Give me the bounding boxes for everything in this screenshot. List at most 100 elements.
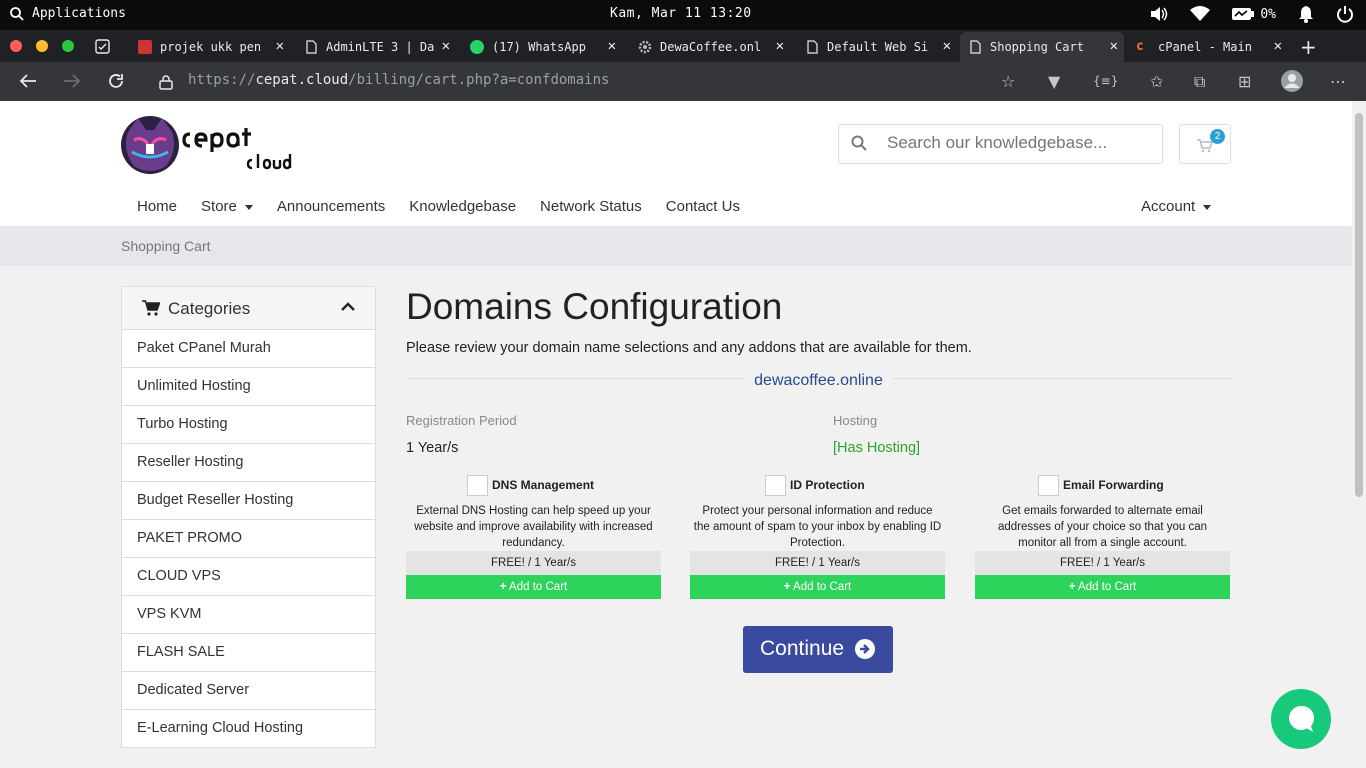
address-bar[interactable]: https://cepat.cloud/billing/cart.php?a=c… xyxy=(188,72,609,88)
plus-icon: + xyxy=(783,581,791,593)
add-to-cart-button[interactable]: + Add to Cart xyxy=(975,575,1230,599)
cart-button[interactable]: 2 xyxy=(1179,124,1231,164)
addon-checkbox[interactable] xyxy=(1038,475,1059,496)
browser-tab-2[interactable]: (17) WhatsApp ✕ xyxy=(462,32,622,62)
nav-knowledgebase[interactable]: Knowledgebase xyxy=(409,198,516,215)
battery-indicator[interactable]: 0% xyxy=(1232,7,1276,22)
forward-icon[interactable] xyxy=(63,73,81,89)
site-header: 2 Home Store Announcements Knowledgebase… xyxy=(0,101,1352,226)
addon-description: Protect your personal information and re… xyxy=(693,505,942,549)
category-item[interactable]: Budget Reseller Hosting xyxy=(121,482,376,520)
whatsapp-icon xyxy=(470,40,484,54)
breadcrumb: Shopping Cart xyxy=(0,226,1352,266)
cpanel-icon: c xyxy=(1136,39,1144,54)
add-to-cart-label: Add to Cart xyxy=(793,581,852,593)
close-icon[interactable]: ✕ xyxy=(1274,38,1282,54)
close-icon[interactable]: ✕ xyxy=(442,38,450,54)
browser-tab-0[interactable]: projek ukk pen ✕ xyxy=(130,32,290,62)
live-chat-button[interactable] xyxy=(1271,689,1331,749)
page-scrollbar[interactable] xyxy=(1352,101,1366,768)
addon-header[interactable]: ID Protection xyxy=(690,475,945,497)
nav-network-status[interactable]: Network Status xyxy=(540,198,642,215)
close-icon[interactable]: ✕ xyxy=(776,38,784,54)
more-menu-icon[interactable]: ⋯ xyxy=(1330,72,1346,91)
continue-button[interactable]: Continue xyxy=(743,626,893,673)
tab-label: Shopping Cart xyxy=(990,40,1084,54)
category-item[interactable]: E-Learning Cloud Hosting xyxy=(121,710,376,748)
browser-tab-4[interactable]: Default Web Si ✕ xyxy=(797,32,957,62)
app-icon xyxy=(138,40,152,54)
categories-header[interactable]: Categories xyxy=(121,286,376,330)
page-title: Domains Configuration xyxy=(406,286,783,327)
volume-icon[interactable] xyxy=(1150,6,1168,22)
window-close-control[interactable] xyxy=(10,40,22,52)
wifi-icon[interactable] xyxy=(1190,6,1211,22)
scrollbar-thumb[interactable] xyxy=(1355,113,1363,497)
nav-account-label: Account xyxy=(1141,198,1196,215)
breadcrumb-current: Shopping Cart xyxy=(121,238,211,254)
nav-contact-us[interactable]: Contact Us xyxy=(666,198,740,215)
close-icon[interactable]: ✕ xyxy=(608,38,616,54)
web-page: 2 Home Store Announcements Knowledgebase… xyxy=(0,101,1352,768)
cepat-cloud-logo[interactable] xyxy=(120,114,300,176)
add-to-cart-button[interactable]: + Add to Cart xyxy=(690,575,945,599)
hosting-label: Hosting xyxy=(833,413,878,428)
nav-home[interactable]: Home xyxy=(137,198,177,215)
reload-icon[interactable] xyxy=(107,72,125,90)
search-input[interactable] xyxy=(887,133,1147,153)
tab-actions-icon[interactable] xyxy=(95,39,110,54)
category-item[interactable]: FLASH SALE xyxy=(121,634,376,672)
category-item[interactable]: CLOUD VPS xyxy=(121,558,376,596)
browser-tab-6[interactable]: c cPanel - Main ✕ xyxy=(1128,32,1288,62)
knowledgebase-search[interactable] xyxy=(838,124,1163,164)
category-item[interactable]: PAKET PROMO xyxy=(121,520,376,558)
nav-store-label: Store xyxy=(201,198,237,215)
profile-avatar-icon[interactable] xyxy=(1281,70,1303,92)
browser-tab-1[interactable]: AdminLTE 3 | Da ✕ xyxy=(296,32,456,62)
collections-icon[interactable]: ⧉ xyxy=(1194,72,1205,92)
addon-header[interactable]: Email Forwarding xyxy=(975,475,1230,497)
window-minimize-control[interactable] xyxy=(36,40,48,52)
category-item[interactable]: Unlimited Hosting xyxy=(121,368,376,406)
browser-tab-5[interactable]: Shopping Cart ✕ xyxy=(960,32,1124,62)
registration-period-label: Registration Period xyxy=(406,413,517,428)
add-favorite-icon[interactable]: ☆ xyxy=(1001,72,1015,91)
vue-devtools-icon[interactable]: ▼ xyxy=(1048,72,1060,91)
addon-checkbox[interactable] xyxy=(765,475,786,496)
notification-bell-icon[interactable] xyxy=(1298,5,1314,23)
nav-store[interactable]: Store xyxy=(201,198,253,215)
applications-menu[interactable]: Applications xyxy=(10,6,126,21)
search-icon xyxy=(10,6,24,21)
power-icon[interactable] xyxy=(1336,5,1354,23)
url-host: cepat.cloud xyxy=(255,72,349,88)
system-top-bar: Applications Kam, Mar 11 13:20 0% xyxy=(0,0,1366,30)
close-icon[interactable]: ✕ xyxy=(943,38,951,54)
category-item[interactable]: Reseller Hosting xyxy=(121,444,376,482)
category-item[interactable]: VPS KVM xyxy=(121,596,376,634)
favorites-icon[interactable]: ✩ xyxy=(1150,72,1163,91)
category-item[interactable]: Paket CPanel Murah xyxy=(121,330,376,368)
addon-description: External DNS Hosting can help speed up y… xyxy=(414,505,653,549)
lock-icon[interactable] xyxy=(159,74,173,90)
category-item[interactable]: Dedicated Server xyxy=(121,672,376,710)
window-maximize-control[interactable] xyxy=(62,40,74,52)
addon-checkbox[interactable] xyxy=(467,475,488,496)
chevron-down-icon xyxy=(1203,204,1212,210)
close-icon[interactable]: ✕ xyxy=(1110,38,1118,54)
nav-announcements[interactable]: Announcements xyxy=(277,198,385,215)
addon-header[interactable]: DNS Management xyxy=(406,475,661,497)
battery-icon xyxy=(1232,8,1255,20)
category-item[interactable]: Turbo Hosting xyxy=(121,406,376,444)
clock[interactable]: Kam, Mar 11 13:20 xyxy=(610,6,752,21)
browser-tab-3[interactable]: DewaCoffee.onl ✕ xyxy=(630,32,790,62)
share-icon[interactable]: ⊞ xyxy=(1238,72,1251,91)
back-icon[interactable] xyxy=(19,73,37,89)
extension-icon[interactable]: {≡} xyxy=(1093,74,1118,88)
chevron-up-icon[interactable] xyxy=(341,302,355,312)
nav-account[interactable]: Account xyxy=(1141,198,1212,215)
addon-name: ID Protection xyxy=(790,478,865,492)
new-tab-button[interactable]: + xyxy=(1300,35,1317,59)
add-to-cart-button[interactable]: + Add to Cart xyxy=(406,575,661,599)
close-icon[interactable]: ✕ xyxy=(276,38,284,54)
browser-tab-strip: projek ukk pen ✕ AdminLTE 3 | Da ✕ (17) … xyxy=(0,30,1366,62)
